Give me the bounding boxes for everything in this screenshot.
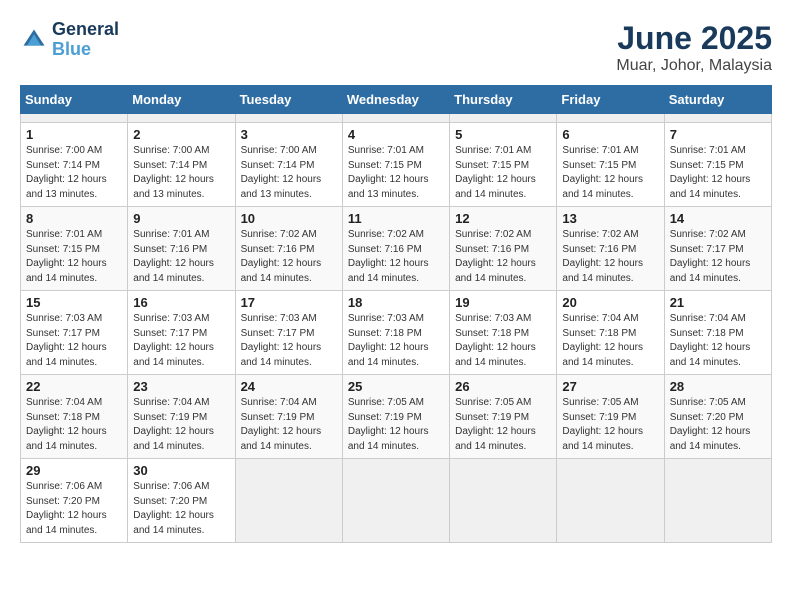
day-26: 26 Sunrise: 7:05 AMSunset: 7:19 PMDaylig… bbox=[450, 375, 557, 459]
day-5: 5 Sunrise: 7:01 AMSunset: 7:15 PMDayligh… bbox=[450, 123, 557, 207]
day-27: 27 Sunrise: 7:05 AMSunset: 7:19 PMDaylig… bbox=[557, 375, 664, 459]
week-row-5: 22 Sunrise: 7:04 AMSunset: 7:18 PMDaylig… bbox=[21, 375, 772, 459]
day-16: 16 Sunrise: 7:03 AMSunset: 7:17 PMDaylig… bbox=[128, 291, 235, 375]
day-12: 12 Sunrise: 7:02 AMSunset: 7:16 PMDaylig… bbox=[450, 207, 557, 291]
day-9: 9 Sunrise: 7:01 AMSunset: 7:16 PMDayligh… bbox=[128, 207, 235, 291]
week-row-3: 8 Sunrise: 7:01 AMSunset: 7:15 PMDayligh… bbox=[21, 207, 772, 291]
logo-icon bbox=[20, 26, 48, 54]
day-22: 22 Sunrise: 7:04 AMSunset: 7:18 PMDaylig… bbox=[21, 375, 128, 459]
header-tuesday: Tuesday bbox=[235, 86, 342, 114]
empty-cell bbox=[342, 459, 449, 543]
day-headers: Sunday Monday Tuesday Wednesday Thursday… bbox=[21, 86, 772, 114]
page-header: GeneralBlue June 2025 Muar, Johor, Malay… bbox=[20, 20, 772, 75]
header-monday: Monday bbox=[128, 86, 235, 114]
empty-cell bbox=[235, 114, 342, 123]
day-24: 24 Sunrise: 7:04 AMSunset: 7:19 PMDaylig… bbox=[235, 375, 342, 459]
day-10: 10 Sunrise: 7:02 AMSunset: 7:16 PMDaylig… bbox=[235, 207, 342, 291]
day-7: 7 Sunrise: 7:01 AMSunset: 7:15 PMDayligh… bbox=[664, 123, 771, 207]
day-3: 3 Sunrise: 7:00 AMSunset: 7:14 PMDayligh… bbox=[235, 123, 342, 207]
day-6: 6 Sunrise: 7:01 AMSunset: 7:15 PMDayligh… bbox=[557, 123, 664, 207]
day-2: 2 Sunrise: 7:00 AMSunset: 7:14 PMDayligh… bbox=[128, 123, 235, 207]
empty-cell bbox=[342, 114, 449, 123]
day-13: 13 Sunrise: 7:02 AMSunset: 7:16 PMDaylig… bbox=[557, 207, 664, 291]
empty-cell bbox=[450, 459, 557, 543]
empty-cell bbox=[664, 459, 771, 543]
day-25: 25 Sunrise: 7:05 AMSunset: 7:19 PMDaylig… bbox=[342, 375, 449, 459]
day-19: 19 Sunrise: 7:03 AMSunset: 7:18 PMDaylig… bbox=[450, 291, 557, 375]
day-21: 21 Sunrise: 7:04 AMSunset: 7:18 PMDaylig… bbox=[664, 291, 771, 375]
week-row-6: 29 Sunrise: 7:06 AMSunset: 7:20 PMDaylig… bbox=[21, 459, 772, 543]
week-row-2: 1 Sunrise: 7:00 AMSunset: 7:14 PMDayligh… bbox=[21, 123, 772, 207]
day-11: 11 Sunrise: 7:02 AMSunset: 7:16 PMDaylig… bbox=[342, 207, 449, 291]
empty-cell bbox=[664, 114, 771, 123]
title-area: June 2025 Muar, Johor, Malaysia bbox=[616, 20, 772, 75]
header-friday: Friday bbox=[557, 86, 664, 114]
calendar-title: June 2025 bbox=[616, 20, 772, 57]
day-17: 17 Sunrise: 7:03 AMSunset: 7:17 PMDaylig… bbox=[235, 291, 342, 375]
week-row-1 bbox=[21, 114, 772, 123]
logo: GeneralBlue bbox=[20, 20, 119, 60]
day-14: 14 Sunrise: 7:02 AMSunset: 7:17 PMDaylig… bbox=[664, 207, 771, 291]
day-15: 15 Sunrise: 7:03 AMSunset: 7:17 PMDaylig… bbox=[21, 291, 128, 375]
calendar-subtitle: Muar, Johor, Malaysia bbox=[616, 57, 772, 75]
day-29: 29 Sunrise: 7:06 AMSunset: 7:20 PMDaylig… bbox=[21, 459, 128, 543]
day-23: 23 Sunrise: 7:04 AMSunset: 7:19 PMDaylig… bbox=[128, 375, 235, 459]
day-20: 20 Sunrise: 7:04 AMSunset: 7:18 PMDaylig… bbox=[557, 291, 664, 375]
header-sunday: Sunday bbox=[21, 86, 128, 114]
header-thursday: Thursday bbox=[450, 86, 557, 114]
header-saturday: Saturday bbox=[664, 86, 771, 114]
day-30: 30 Sunrise: 7:06 AMSunset: 7:20 PMDaylig… bbox=[128, 459, 235, 543]
day-4: 4 Sunrise: 7:01 AMSunset: 7:15 PMDayligh… bbox=[342, 123, 449, 207]
logo-text: GeneralBlue bbox=[52, 20, 119, 60]
empty-cell bbox=[450, 114, 557, 123]
day-1: 1 Sunrise: 7:00 AMSunset: 7:14 PMDayligh… bbox=[21, 123, 128, 207]
day-28: 28 Sunrise: 7:05 AMSunset: 7:20 PMDaylig… bbox=[664, 375, 771, 459]
empty-cell bbox=[235, 459, 342, 543]
calendar-table: Sunday Monday Tuesday Wednesday Thursday… bbox=[20, 85, 772, 543]
empty-cell bbox=[557, 459, 664, 543]
week-row-4: 15 Sunrise: 7:03 AMSunset: 7:17 PMDaylig… bbox=[21, 291, 772, 375]
day-8: 8 Sunrise: 7:01 AMSunset: 7:15 PMDayligh… bbox=[21, 207, 128, 291]
day-18: 18 Sunrise: 7:03 AMSunset: 7:18 PMDaylig… bbox=[342, 291, 449, 375]
empty-cell bbox=[128, 114, 235, 123]
header-wednesday: Wednesday bbox=[342, 86, 449, 114]
empty-cell bbox=[557, 114, 664, 123]
empty-cell bbox=[21, 114, 128, 123]
